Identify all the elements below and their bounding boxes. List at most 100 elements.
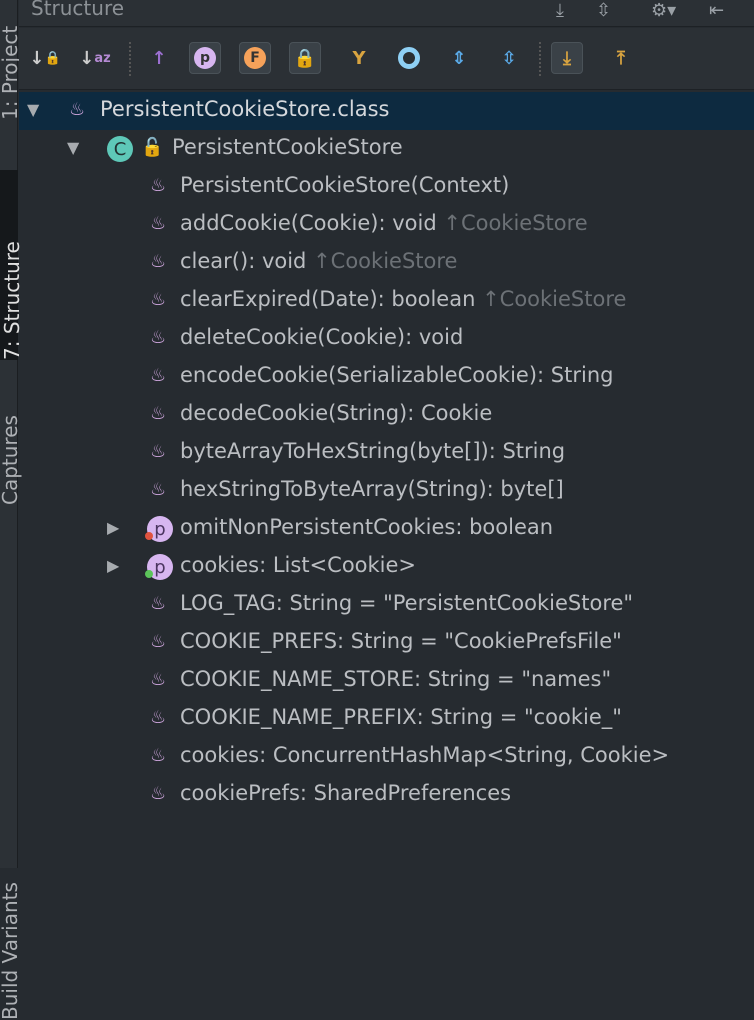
member-label: PersistentCookieStore(Context): [180, 173, 509, 197]
visibility-dot-icon: [145, 570, 153, 578]
java-member-icon: ♨: [150, 593, 167, 614]
member-label: addCookie(Cookie): void ↑CookieStore: [180, 211, 588, 235]
tab-build-variants[interactable]: Build Variants: [0, 820, 22, 1020]
collapse-arrow-icon[interactable]: ▼: [27, 100, 39, 119]
member-signature: COOKIE_NAME_STORE: String = "names": [180, 667, 612, 691]
member-signature: decodeCookie(String): Cookie: [180, 401, 493, 425]
member-signature: LOG_TAG: String = "PersistentCookieStore…: [180, 591, 634, 615]
tree-member-row[interactable]: ♨ deleteCookie(Cookie): void: [19, 320, 754, 358]
member-signature: omitNonPersistentCookies: boolean: [180, 515, 554, 539]
show-lambdas-button[interactable]: [393, 42, 425, 74]
tree-member-row[interactable]: ♨ COOKIE_NAME_STORE: String = "names": [19, 662, 754, 700]
member-label: decodeCookie(String): Cookie: [180, 401, 492, 425]
collapse-icon[interactable]: ⇳: [596, 0, 611, 21]
java-member-icon: ♨: [150, 213, 167, 234]
member-label: hexStringToByteArray(String): byte[]: [180, 477, 564, 501]
member-signature: addCookie(Cookie): void: [180, 211, 437, 235]
autoscroll-from-source-button[interactable]: ⤒: [605, 42, 637, 74]
inherited-from: ↑CookieStore: [482, 287, 627, 311]
member-label: COOKIE_PREFS: String = "CookiePrefsFile": [180, 629, 622, 653]
member-signature: clearExpired(Date): boolean: [180, 287, 476, 311]
java-member-icon: ♨: [150, 251, 167, 272]
member-signature: COOKIE_NAME_PREFIX: String = "cookie_": [180, 705, 622, 729]
expand-all-button[interactable]: ⇕: [443, 42, 475, 74]
public-lock-icon: 🔓: [141, 137, 164, 158]
tree-member-row[interactable]: ♨ hexStringToByteArray(String): byte[]: [19, 472, 754, 510]
hide-panel-icon[interactable]: ⇤: [709, 0, 724, 21]
java-member-icon: ♨: [150, 707, 167, 728]
panel-title: Structure: [31, 0, 125, 20]
member-signature: cookies: List<Cookie>: [180, 553, 417, 577]
class-row[interactable]: ▼ C 🔓 PersistentCookieStore: [19, 130, 754, 168]
tab-structure[interactable]: 7: Structure: [0, 170, 24, 360]
show-non-public-button[interactable]: 🔒: [289, 42, 321, 74]
member-label: clear(): void ↑CookieStore: [180, 249, 457, 273]
member-label: clearExpired(Date): boolean ↑CookieStore: [180, 287, 626, 311]
member-signature: hexStringToByteArray(String): byte[]: [180, 477, 564, 501]
member-label: omitNonPersistentCookies: boolean: [180, 515, 553, 539]
show-inherited-button[interactable]: ↑: [143, 42, 175, 74]
member-signature: COOKIE_PREFS: String = "CookiePrefsFile": [180, 629, 622, 653]
tree-member-row[interactable]: ♨ cookiePrefs: SharedPreferences: [19, 776, 754, 814]
show-properties-button[interactable]: p: [189, 42, 221, 74]
class-label: PersistentCookieStore: [172, 135, 403, 159]
java-member-icon: ♨: [150, 783, 167, 804]
expand-arrow-icon[interactable]: ▶: [107, 518, 119, 537]
tree-member-row[interactable]: ♨ encodeCookie(SerializableCookie): Strin…: [19, 358, 754, 396]
gear-icon[interactable]: ⚙▾: [651, 0, 676, 21]
tree-member-row[interactable]: ♨ COOKIE_PREFS: String = "CookiePrefsFile…: [19, 624, 754, 662]
tree-member-row[interactable]: ♨ COOKIE_NAME_PREFIX: String = "cookie_": [19, 700, 754, 738]
tree-member-row[interactable]: ♨ decodeCookie(String): Cookie: [19, 396, 754, 434]
member-signature: clear(): void: [180, 249, 307, 273]
tree-member-row[interactable]: ♨ PersistentCookieStore(Context): [19, 168, 754, 206]
show-fields-button[interactable]: F: [239, 42, 271, 74]
java-member-icon: ♨: [150, 669, 167, 690]
java-member-icon: ♨: [150, 745, 167, 766]
tree-member-row[interactable]: ♨ clearExpired(Date): boolean ↑CookieStor…: [19, 282, 754, 320]
sort-by-visibility-button[interactable]: ↓ 🔒: [29, 42, 61, 74]
tree-member-row[interactable]: ♨ cookies: ConcurrentHashMap<String, Cook…: [19, 738, 754, 776]
tree-member-row[interactable]: ▶ p omitNonPersistentCookies: boolean: [19, 510, 754, 548]
autoscroll-to-source-button[interactable]: ⤓: [551, 42, 583, 74]
collapse-all-button[interactable]: ⇳: [493, 42, 525, 74]
java-class-file-icon: ♨: [69, 99, 86, 120]
sort-alphabetically-button[interactable]: ↓ az: [79, 42, 111, 74]
tree-member-row[interactable]: ♨ clear(): void ↑CookieStore: [19, 244, 754, 282]
java-member-icon: ♨: [150, 327, 167, 348]
java-member-icon: ♨: [150, 175, 167, 196]
member-label: byteArrayToHexString(byte[]): String: [180, 439, 565, 463]
java-member-icon: ♨: [150, 479, 167, 500]
class-icon: C: [107, 136, 133, 162]
member-signature: cookies: ConcurrentHashMap<String, Cooki…: [180, 743, 670, 767]
tree-member-row[interactable]: ♨ byteArrayToHexString(byte[]): String: [19, 434, 754, 472]
expand-all-icon[interactable]: ⤓: [556, 0, 564, 21]
member-label: cookies: List<Cookie>: [180, 553, 416, 577]
tree-member-row[interactable]: ♨ LOG_TAG: String = "PersistentCookieStor…: [19, 586, 754, 624]
expand-arrow-icon[interactable]: ▶: [107, 556, 119, 575]
tree-root-row[interactable]: ▼ ♨ PersistentCookieStore.class: [19, 92, 754, 130]
member-label: COOKIE_NAME_STORE: String = "names": [180, 667, 611, 691]
member-signature: deleteCookie(Cookie): void: [180, 325, 464, 349]
member-label: deleteCookie(Cookie): void: [180, 325, 463, 349]
member-label: encodeCookie(SerializableCookie): String: [180, 363, 613, 387]
panel-header: Structure ⤓ ⇳ ⚙▾ ⇤: [19, 0, 754, 27]
member-label: LOG_TAG: String = "PersistentCookieStore…: [180, 591, 633, 615]
member-signature: cookiePrefs: SharedPreferences: [180, 781, 512, 805]
property-icon: p: [194, 47, 216, 69]
tree-member-row[interactable]: ♨ addCookie(Cookie): void ↑CookieStore: [19, 206, 754, 244]
inherited-from: ↑CookieStore: [313, 249, 458, 273]
member-signature: PersistentCookieStore(Context): [180, 173, 510, 197]
toolbar-separator: [129, 42, 131, 76]
member-label: cookies: ConcurrentHashMap<String, Cooki…: [180, 743, 669, 767]
java-member-icon: ♨: [150, 441, 167, 462]
java-member-icon: ♨: [150, 289, 167, 310]
tree-root-label: PersistentCookieStore.class: [100, 97, 390, 121]
java-member-icon: ♨: [150, 403, 167, 424]
tree-member-row[interactable]: ▶ p cookies: List<Cookie>: [19, 548, 754, 586]
member-signature: byteArrayToHexString(byte[]): String: [180, 439, 566, 463]
inherited-from: ↑CookieStore: [443, 211, 588, 235]
toolbar-separator: [539, 42, 541, 76]
structure-toolbar: ↓ 🔒 ↓ az ↑ p F 🔒 Y ⇕ ⇳ ⤓ ⤒: [19, 28, 754, 90]
show-anonymous-button[interactable]: Y: [343, 42, 375, 74]
collapse-arrow-icon[interactable]: ▼: [67, 138, 79, 157]
